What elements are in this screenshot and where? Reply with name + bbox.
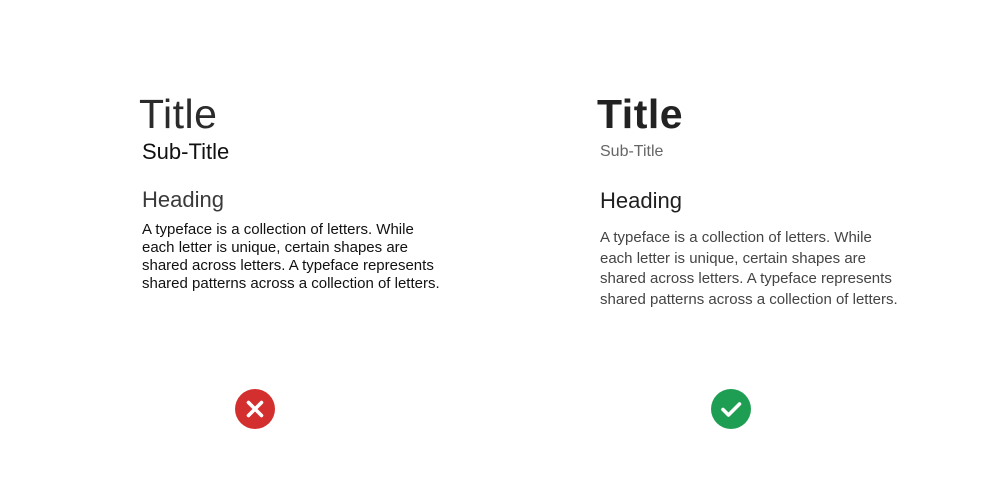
check-icon-circle	[711, 389, 751, 429]
check-icon	[711, 389, 751, 429]
subtitle: Sub-Title	[142, 139, 230, 164]
heading: Heading	[600, 188, 682, 213]
title: Title	[597, 91, 684, 137]
subtitle: Sub-Title	[600, 143, 664, 160]
body-text: A typeface is a collection of letters. W…	[142, 221, 440, 292]
cross-icon	[235, 389, 275, 429]
body-text: A typeface is a collection of letters. W…	[600, 229, 898, 308]
title: Title	[139, 91, 218, 137]
heading: Heading	[142, 187, 224, 212]
